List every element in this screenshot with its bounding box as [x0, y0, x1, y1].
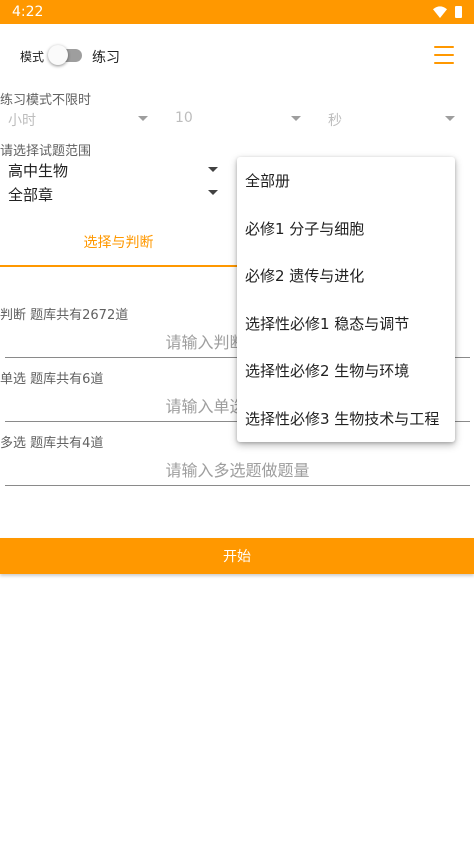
minutes-spinner-text: 10	[175, 110, 193, 126]
seconds-spinner-text: 秒	[328, 113, 342, 129]
chapter-spinner-text: 全部章	[8, 186, 54, 204]
status-time: 4:22	[12, 4, 44, 20]
mode-switch[interactable]	[48, 45, 82, 65]
chevron-down-icon	[208, 190, 218, 195]
chevron-down-icon	[208, 167, 218, 172]
chevron-down-icon	[138, 116, 148, 121]
dropdown-item[interactable]: 必修1 分子与细胞	[237, 205, 455, 253]
chapter-dropdown-menu: 全部册 必修1 分子与细胞 必修2 遗传与进化 选择性必修1 稳态与调节 选择性…	[237, 157, 455, 442]
wifi-icon	[433, 6, 447, 18]
single-count-label: 单选 题库共有6道	[0, 372, 104, 387]
menu-line	[434, 46, 454, 48]
mode-label: 模式	[20, 50, 45, 64]
chevron-down-icon	[291, 116, 301, 121]
start-button[interactable]: 开始	[0, 538, 474, 574]
scope-label: 请选择试题范围	[0, 144, 92, 159]
dropdown-item[interactable]: 选择性必修1 稳态与调节	[237, 300, 455, 348]
menu-icon[interactable]	[432, 44, 456, 66]
dropdown-item[interactable]: 选择性必修3 生物技术与工程	[237, 395, 455, 443]
status-bar: 4:22	[0, 0, 474, 24]
menu-line	[434, 54, 454, 56]
hours-spinner-text: 小时	[8, 113, 36, 129]
dropdown-item[interactable]: 必修2 遗传与进化	[237, 252, 455, 300]
subject-spinner-text: 高中生物	[8, 162, 69, 180]
menu-line	[434, 62, 454, 64]
mode-switch-thumb	[48, 45, 68, 65]
tab-choice-judge[interactable]: 选择与判断	[0, 216, 237, 268]
toolbar: 模式 练习	[0, 24, 474, 88]
dropdown-item[interactable]: 选择性必修2 生物与环境	[237, 347, 455, 395]
tab-indicator	[0, 265, 237, 267]
status-icons	[433, 6, 462, 18]
tab-label: 选择与判断	[83, 235, 154, 251]
judge-count-label: 判断 题库共有2672道	[0, 308, 129, 323]
dropdown-item[interactable]: 全部册	[237, 157, 455, 205]
practice-label: 练习	[92, 50, 120, 66]
multi-count-label: 多选 题库共有4道	[0, 436, 104, 451]
time-limit-label: 练习模式不限时	[0, 93, 92, 108]
multi-count-input[interactable]	[5, 456, 470, 486]
battery-icon	[455, 6, 462, 18]
chevron-down-icon	[445, 116, 455, 121]
